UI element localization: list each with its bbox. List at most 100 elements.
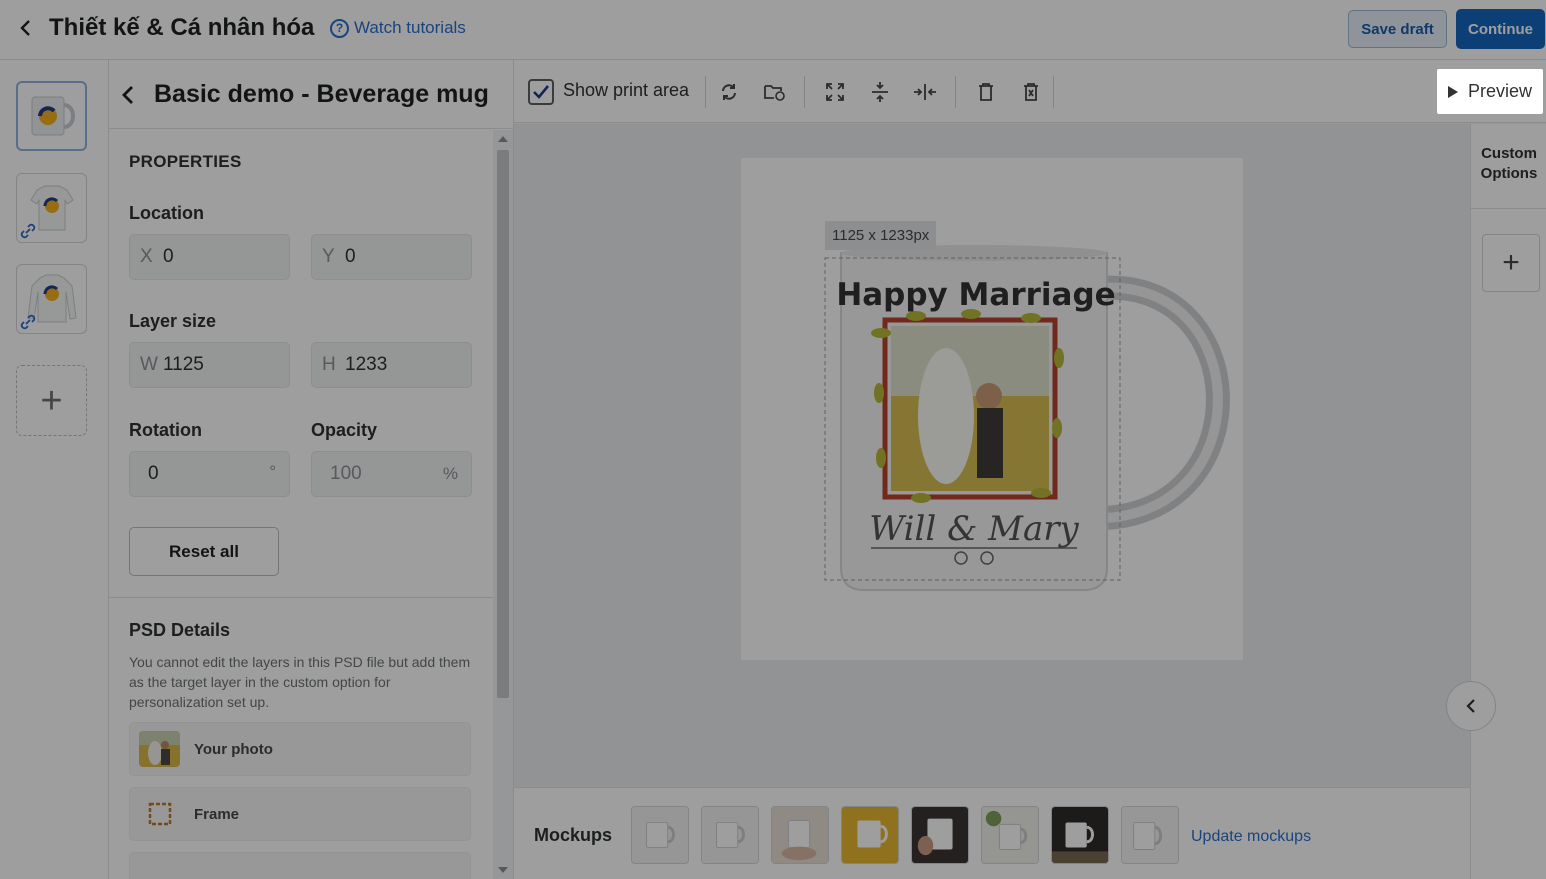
add-product-button[interactable]: + (16, 365, 87, 436)
mockup-thumb[interactable] (1121, 806, 1179, 864)
product-thumb-tshirt[interactable] (16, 173, 87, 243)
continue-button[interactable]: Continue (1456, 9, 1545, 49)
back-button[interactable] (12, 14, 40, 42)
divider (109, 597, 493, 598)
h-value: 1233 (345, 354, 388, 375)
psd-details-heading: PSD Details (129, 620, 231, 640)
h-prefix: H (322, 354, 336, 375)
mug-title-text: Happy Marriage (836, 277, 1115, 313)
rotate-button[interactable] (716, 79, 742, 105)
psd-description: You cannot edit the layers in this PSD f… (129, 654, 471, 710)
rotation-unit: ° (269, 462, 276, 481)
rotation-label: Rotation (129, 420, 202, 440)
rotation-field[interactable]: 0 ° (129, 451, 290, 497)
layer-item-partial[interactable] (129, 852, 471, 879)
mockup-thumb[interactable] (911, 806, 969, 864)
mug-mockup-icon (842, 807, 898, 863)
plus-icon: + (40, 379, 63, 422)
checkmark-icon (533, 85, 550, 99)
play-icon (1447, 85, 1458, 98)
link-icon (20, 223, 36, 239)
custom-options-column: Custom Options + (1470, 124, 1546, 879)
panel-header: Basic demo - Beverage mug (109, 60, 513, 129)
toolbar-separator (1053, 76, 1054, 108)
mockup-thumb[interactable] (1051, 806, 1109, 864)
panel-scrollbar[interactable] (493, 130, 513, 879)
layer-item-your-photo[interactable]: Your photo (129, 722, 471, 776)
y-field[interactable]: Y 0 (311, 234, 472, 280)
chevron-left-icon (1466, 699, 1475, 713)
toolbar-separator (705, 76, 706, 108)
w-value: 1125 (163, 354, 204, 375)
design-canvas[interactable]: Happy Marriage Will & Mary (514, 124, 1470, 787)
panel-back-button[interactable] (115, 81, 141, 109)
product-thumbnails: + (0, 60, 109, 879)
mockup-thumb[interactable] (631, 806, 689, 864)
properties-panel: Basic demo - Beverage mug PROPERTIES Loc… (109, 60, 514, 879)
mug-thumbnail-icon (31, 96, 75, 136)
replace-file-button[interactable] (762, 79, 788, 105)
align-horizontal-icon (914, 84, 936, 100)
mug-mockup-icon (912, 807, 968, 863)
reset-all-button[interactable]: Reset all (129, 527, 279, 576)
show-print-area-checkbox[interactable] (528, 79, 554, 105)
delete-all-button[interactable] (1018, 79, 1044, 105)
expand-icon (826, 83, 844, 101)
mockup-thumb[interactable] (771, 806, 829, 864)
preview-label: Preview (1467, 81, 1533, 101)
mockups-bar: Mockups Update mockups (514, 787, 1470, 879)
mug-mockup-icon (1122, 807, 1178, 863)
link-icon (20, 314, 36, 330)
scroll-thumb[interactable] (497, 150, 509, 698)
product-thumb-mug[interactable] (16, 81, 87, 151)
mockups-label: Mockups (534, 825, 613, 845)
help-icon: ? (330, 18, 349, 38)
layer-title: Basic demo - Beverage mug (154, 80, 489, 108)
mockup-thumb[interactable] (701, 806, 759, 864)
update-mockups-link[interactable]: Update mockups (1191, 828, 1311, 846)
properties-heading: PROPERTIES (129, 152, 242, 171)
chevron-left-icon (20, 20, 30, 36)
opacity-field[interactable]: 100 % (311, 451, 472, 497)
scroll-down-icon[interactable] (498, 867, 508, 873)
mockup-thumb[interactable] (981, 806, 1039, 864)
collapse-panel-button[interactable] (1446, 681, 1496, 731)
width-field[interactable]: W 1125 (129, 342, 290, 388)
x-field[interactable]: X 0 (129, 234, 290, 280)
top-bar: Thiết kế & Cá nhân hóa ? Watch tutorials… (0, 0, 1546, 60)
artboard: Happy Marriage Will & Mary (741, 158, 1243, 660)
y-prefix: Y (322, 246, 335, 267)
height-field[interactable]: H 1233 (311, 342, 472, 388)
canvas-toolbar: Show print area Preview (514, 60, 1546, 123)
add-custom-option-button[interactable]: + (1482, 234, 1540, 292)
save-draft-button[interactable]: Save draft (1348, 10, 1447, 48)
layer-item-frame[interactable]: Frame (129, 787, 471, 841)
mockup-thumb[interactable] (841, 806, 899, 864)
watch-tutorials-label: Watch tutorials (354, 18, 466, 37)
mug-mockup-icon (702, 807, 758, 863)
folder-sync-icon (764, 85, 785, 101)
layer-name: Frame (194, 805, 240, 823)
align-vertical-button[interactable] (867, 79, 893, 105)
mug-mockup-icon (1052, 807, 1108, 863)
plus-icon: + (1502, 246, 1520, 279)
align-horizontal-button[interactable] (912, 79, 938, 105)
y-value: 0 (345, 246, 356, 267)
x-prefix: X (140, 246, 153, 267)
trash-x-icon (1024, 83, 1038, 101)
page-title: Thiết kế & Cá nhân hóa (49, 14, 315, 41)
rotation-value: 0 (148, 463, 159, 484)
product-thumb-longsleeve[interactable] (16, 264, 87, 334)
scroll-up-icon[interactable] (498, 136, 508, 142)
fit-to-area-button[interactable] (822, 79, 848, 105)
opacity-label: Opacity (311, 420, 378, 440)
mug-names-text: Will & Mary (869, 509, 1079, 549)
layer-size-label: Layer size (129, 311, 217, 331)
layer-dimensions-label: 1125 x 1233px (825, 221, 937, 250)
w-prefix: W (140, 354, 158, 375)
x-value: 0 (163, 246, 174, 267)
location-label: Location (129, 203, 204, 223)
watch-tutorials-link[interactable]: ? Watch tutorials (330, 16, 466, 40)
preview-button-highlight[interactable]: Preview (1437, 69, 1543, 114)
delete-button[interactable] (973, 79, 999, 105)
